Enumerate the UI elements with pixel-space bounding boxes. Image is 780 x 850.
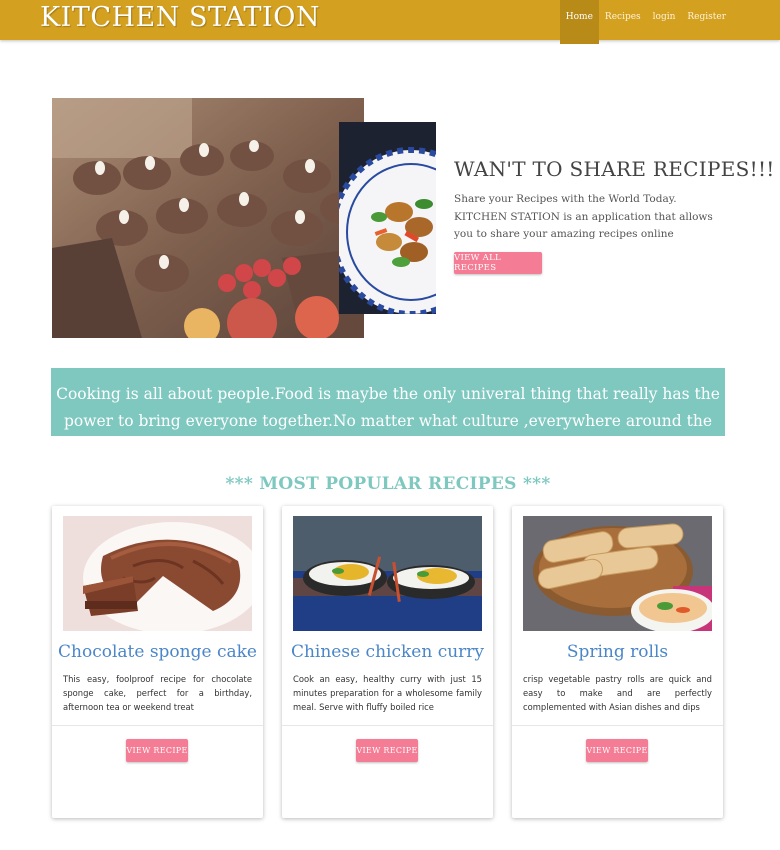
- recipe-card-title[interactable]: Chocolate sponge cake: [52, 642, 263, 662]
- nav-item-register[interactable]: Register: [681, 0, 732, 40]
- chicken-curry-image: [293, 516, 482, 631]
- recipe-card-chocolate-sponge-cake: Chocolate sponge cake This easy, foolpro…: [52, 506, 263, 818]
- recipe-card-description: Cook an easy, healthy curry with just 15…: [293, 674, 482, 713]
- spring-rolls-image: [523, 516, 712, 631]
- recipe-card-title[interactable]: Chinese chicken curry: [282, 642, 493, 662]
- view-all-recipes-button[interactable]: VIEW ALL RECIPES: [454, 252, 542, 274]
- recipe-card-description: crisp vegetable pastry rolls are quick a…: [523, 674, 712, 713]
- recipe-card-spring-rolls: Spring rolls crisp vegetable pastry roll…: [512, 506, 723, 818]
- hero-line-1: Share your Recipes with the World Today.: [454, 193, 677, 205]
- hero-chocolates-image: [52, 98, 364, 338]
- hero-stirfry-image: [339, 122, 436, 314]
- view-recipe-button[interactable]: VIEW RECIPE: [586, 739, 648, 762]
- view-recipe-button[interactable]: VIEW RECIPE: [356, 739, 418, 762]
- hero-description: Share your Recipes with the World Today.…: [454, 191, 724, 244]
- view-recipe-button[interactable]: VIEW RECIPE: [126, 739, 188, 762]
- hero-title: WAN'T TO SHARE RECIPES!!!: [454, 157, 775, 181]
- quote-banner: Cooking is all about people.Food is mayb…: [51, 368, 725, 457]
- brand-logo[interactable]: KITCHEN STATION: [40, 2, 320, 33]
- hero-line-2: KITCHEN STATION is an application that a…: [454, 210, 713, 241]
- recipe-card-chinese-chicken-curry: Chinese chicken curry Cook an easy, heal…: [282, 506, 493, 818]
- card-divider: [512, 725, 723, 726]
- navbar: KITCHEN STATION Home Recipes login Regis…: [0, 0, 780, 44]
- nav-menu: Home Recipes login Register: [559, 0, 732, 44]
- nav-item-home[interactable]: Home: [559, 0, 599, 44]
- recipe-card-description: This easy, foolproof recipe for chocolat…: [63, 674, 252, 713]
- nav-item-login[interactable]: login: [647, 0, 682, 40]
- nav-item-recipes[interactable]: Recipes: [599, 0, 647, 40]
- recipe-card-title[interactable]: Spring rolls: [512, 642, 723, 662]
- chocolate-cake-image: [63, 516, 252, 631]
- card-divider: [52, 725, 263, 726]
- popular-recipes-heading: *** MOST POPULAR RECIPES ***: [225, 474, 551, 494]
- card-divider: [282, 725, 493, 726]
